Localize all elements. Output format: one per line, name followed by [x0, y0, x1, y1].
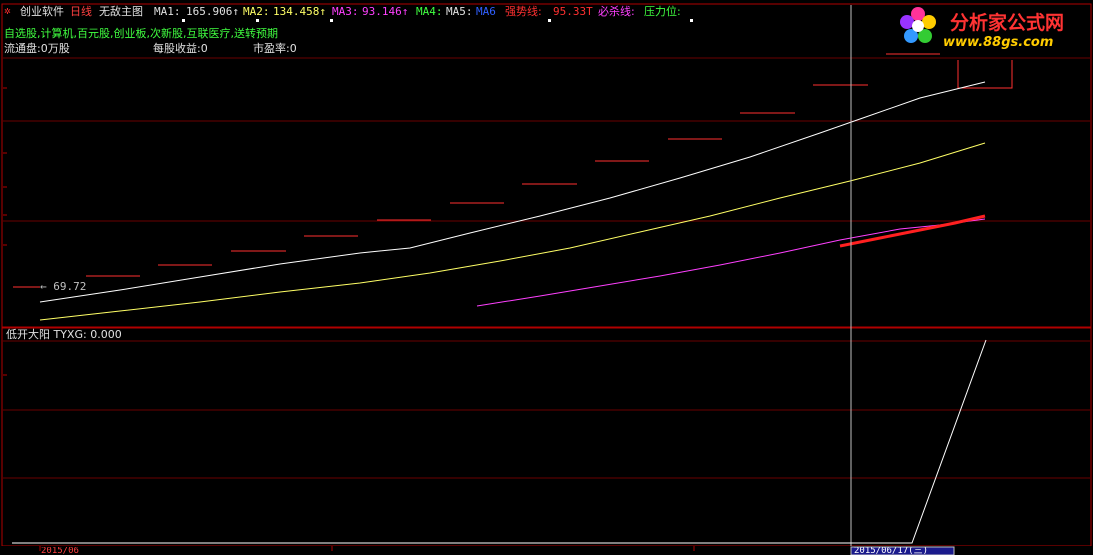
ma-white-line [39, 81, 986, 303]
block-tags: 自选股,计算机,百元股,创业板,次新股,互联医疗,送转预期 [4, 27, 278, 40]
tyxg-indicator-line [12, 339, 987, 544]
app-name: 创业软件 [20, 5, 64, 18]
top-right-bracket [957, 60, 1013, 89]
chart-frame [0, 3, 1093, 555]
period-label[interactable]: 日线 [70, 5, 92, 19]
watermark-flower-icon [900, 7, 936, 43]
footer-cursor-date: 2015/06/17(三) [854, 547, 929, 555]
watermark-url: www.88gs.com [943, 35, 1054, 50]
app-icon[interactable]: ✲ [4, 4, 11, 18]
sub-grid [3, 340, 1090, 479]
pressure-label: 压力位: [644, 5, 681, 18]
sub-panel-border [1, 327, 1092, 547]
indicator-name[interactable]: 无敌主图 [99, 5, 143, 19]
step-segments [13, 53, 940, 288]
pe-ratio: 市盈率:0 [253, 42, 297, 55]
strong-line-value: 95.33T [553, 5, 593, 18]
ma2-label: MA2: [243, 5, 270, 18]
watermark-name: 分析家公式网 [950, 12, 1065, 34]
ma-yellow-line [39, 142, 986, 321]
ma3-label: MA3: [332, 5, 359, 18]
header-markers [182, 19, 693, 22]
sub-panel-title: 低开大阳 TYXG: 0.000 [6, 328, 122, 341]
ma3-value: 93.146↑ [362, 5, 409, 18]
ma2-value: 134.458↑ [273, 5, 326, 18]
price-marker: ← 69.72 [40, 280, 87, 293]
must-kill-label: 必杀线: [598, 5, 635, 18]
ma1-value: 165.906↑ [186, 5, 239, 18]
footer-left-date: 2015/06 [41, 547, 79, 555]
ma1-label: MA1: [154, 5, 181, 18]
strong-line-label: 强势线: [505, 5, 542, 18]
main-grid [3, 57, 1090, 222]
ma5-label: MA5: [446, 5, 473, 18]
ma5-value: MA6 [476, 5, 496, 18]
ma4-label: MA4: [416, 5, 443, 18]
eps: 每股收益:0 [153, 42, 208, 55]
float-shares: 流通盘:0万股 [4, 42, 70, 55]
